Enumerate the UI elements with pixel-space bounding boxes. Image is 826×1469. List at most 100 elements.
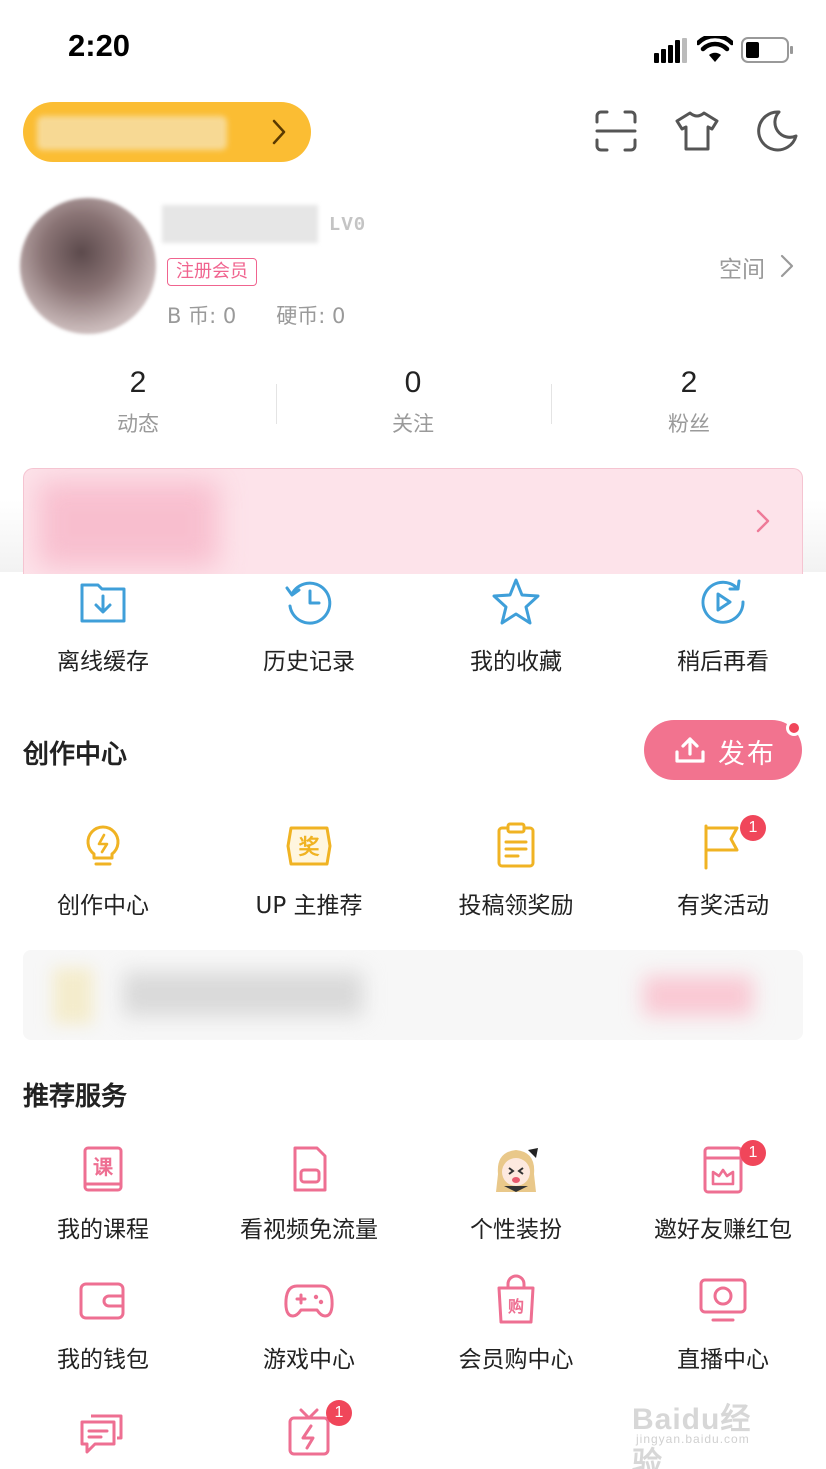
sim-card-icon (293, 1146, 327, 1192)
clipboard-icon (497, 822, 535, 868)
stat-dynamics[interactable]: 2 动态 (0, 366, 276, 438)
promo-blurred-text (123, 972, 363, 1016)
stat-fans[interactable]: 2 粉丝 (551, 366, 826, 438)
status-time: 2:20 (68, 28, 131, 63)
service-live-center[interactable]: 直播中心 (620, 1274, 826, 1374)
service-member-shop[interactable]: 购 会员购中心 (413, 1274, 619, 1374)
member-tag: 注册会员 (167, 258, 257, 286)
publish-button[interactable]: 发布 (644, 720, 802, 780)
service-personal-dressup[interactable]: 个性装扮 (413, 1144, 619, 1244)
creation-item-reward[interactable]: 投稿领奖励 (413, 820, 619, 920)
service-my-courses[interactable]: 课 我的课程 (0, 1144, 206, 1244)
baidu-watermark: Baidu经验 jingyan.baidu.com (632, 1384, 782, 1469)
service-free-data[interactable]: 看视频免流量 (206, 1144, 412, 1244)
quick-action-label: 离线缓存 (57, 649, 149, 675)
scan-icon[interactable] (593, 108, 639, 154)
stat-value: 0 (404, 366, 422, 399)
service-wallet[interactable]: 我的钱包 (0, 1274, 206, 1374)
vip-blurred-text (37, 116, 227, 150)
service-label: 直播中心 (677, 1347, 769, 1373)
promo-blurred-icon (53, 968, 93, 1024)
level-badge: LV0 (329, 214, 367, 236)
watch-later-icon (701, 579, 745, 624)
coin-balances: B 币: 0 硬币: 0 (167, 300, 385, 330)
signal-icon (654, 38, 687, 63)
quick-action-favorites[interactable]: 我的收藏 (413, 576, 619, 676)
creation-item-label: 有奖活动 (677, 893, 769, 919)
creation-item-up-recommend[interactable]: 奖 UP 主推荐 (206, 820, 412, 920)
service-label: 邀好友赚红包 (654, 1217, 792, 1243)
wifi-icon (697, 36, 733, 62)
quick-action-label: 我的收藏 (470, 649, 562, 675)
stat-label: 粉丝 (668, 412, 710, 436)
course-book-char: 课 (93, 1155, 114, 1179)
service-label: 个性装扮 (470, 1217, 562, 1243)
stat-following[interactable]: 0 关注 (275, 366, 551, 438)
star-icon (492, 578, 540, 625)
notification-badge: 1 (326, 1400, 352, 1426)
svg-text:奖: 奖 (299, 835, 321, 859)
notification-badge: 1 (740, 1140, 766, 1166)
status-bar: 2:20 (0, 0, 826, 96)
space-link[interactable]: 空间 (719, 250, 765, 284)
quick-action-label: 稍后再看 (677, 649, 769, 675)
banner-shadow (0, 500, 23, 572)
course-book-icon: 课 (83, 1146, 123, 1192)
service-game-center[interactable]: 游戏中心 (206, 1274, 412, 1374)
tshirt-icon[interactable] (674, 108, 720, 154)
banner-blurred-image (38, 481, 218, 567)
promo-blurred-button (643, 976, 753, 1016)
chevron-right-icon[interactable] (755, 508, 771, 534)
watermark-sub: jingyan.baidu.com (636, 1432, 750, 1446)
quick-action-label: 历史记录 (263, 649, 355, 675)
notification-badge: 1 (740, 815, 766, 841)
service-gift[interactable] (206, 1406, 412, 1469)
notification-dot (786, 720, 802, 736)
username-blurred (162, 205, 318, 243)
chevron-right-icon[interactable] (780, 254, 794, 278)
promo-card[interactable] (23, 950, 803, 1040)
avatar[interactable] (20, 198, 156, 334)
vip-promo-banner[interactable] (23, 468, 803, 574)
download-folder-icon (80, 583, 126, 623)
service-chat[interactable] (0, 1406, 206, 1469)
b-coin-balance: B 币: 0 (167, 304, 237, 328)
upload-icon (675, 737, 705, 763)
hard-coin-balance: 硬币: 0 (276, 304, 346, 328)
stat-value: 2 (680, 366, 698, 399)
creation-section-title: 创作中心 (23, 740, 128, 770)
creation-item-center[interactable]: 创作中心 (0, 820, 206, 920)
vip-banner-pill[interactable] (23, 102, 311, 162)
shopping-bag-char: 购 (508, 1297, 524, 1316)
night-mode-moon-icon[interactable] (754, 108, 800, 154)
quick-action-offline-cache[interactable]: 离线缓存 (0, 576, 206, 676)
service-label: 游戏中心 (263, 1347, 355, 1373)
services-section-title: 推荐服务 (23, 1082, 128, 1112)
service-label: 我的课程 (57, 1217, 149, 1243)
service-label: 我的钱包 (57, 1347, 149, 1373)
lightbulb-icon (86, 825, 120, 866)
service-label: 会员购中心 (458, 1347, 574, 1373)
creation-item-label: UP 主推荐 (255, 893, 363, 919)
service-invite-friends[interactable]: 邀好友赚红包 (620, 1144, 826, 1244)
stat-value: 2 (129, 366, 147, 399)
live-tv-icon (699, 1278, 747, 1322)
chevron-right-icon (272, 119, 286, 145)
quick-action-history[interactable]: 历史记录 (206, 576, 412, 676)
battery-icon (741, 37, 793, 63)
quick-action-watch-later[interactable]: 稍后再看 (620, 576, 826, 676)
service-label: 看视频免流量 (240, 1217, 378, 1243)
creation-item-label: 投稿领奖励 (458, 893, 574, 919)
gamepad-icon (284, 1284, 334, 1318)
award-shield-icon: 奖 (286, 826, 332, 866)
chat-bubbles-icon (80, 1414, 123, 1454)
wallet-icon (79, 1282, 125, 1320)
history-clock-icon (285, 581, 332, 625)
creation-item-label: 创作中心 (57, 893, 149, 919)
publish-label: 发布 (718, 739, 776, 770)
stat-label: 动态 (117, 412, 159, 436)
shopping-bag-icon: 购 (497, 1274, 535, 1324)
banner-shadow (803, 500, 826, 572)
anime-avatar-icon (496, 1148, 538, 1192)
creation-item-activity[interactable]: 有奖活动 (620, 820, 826, 920)
